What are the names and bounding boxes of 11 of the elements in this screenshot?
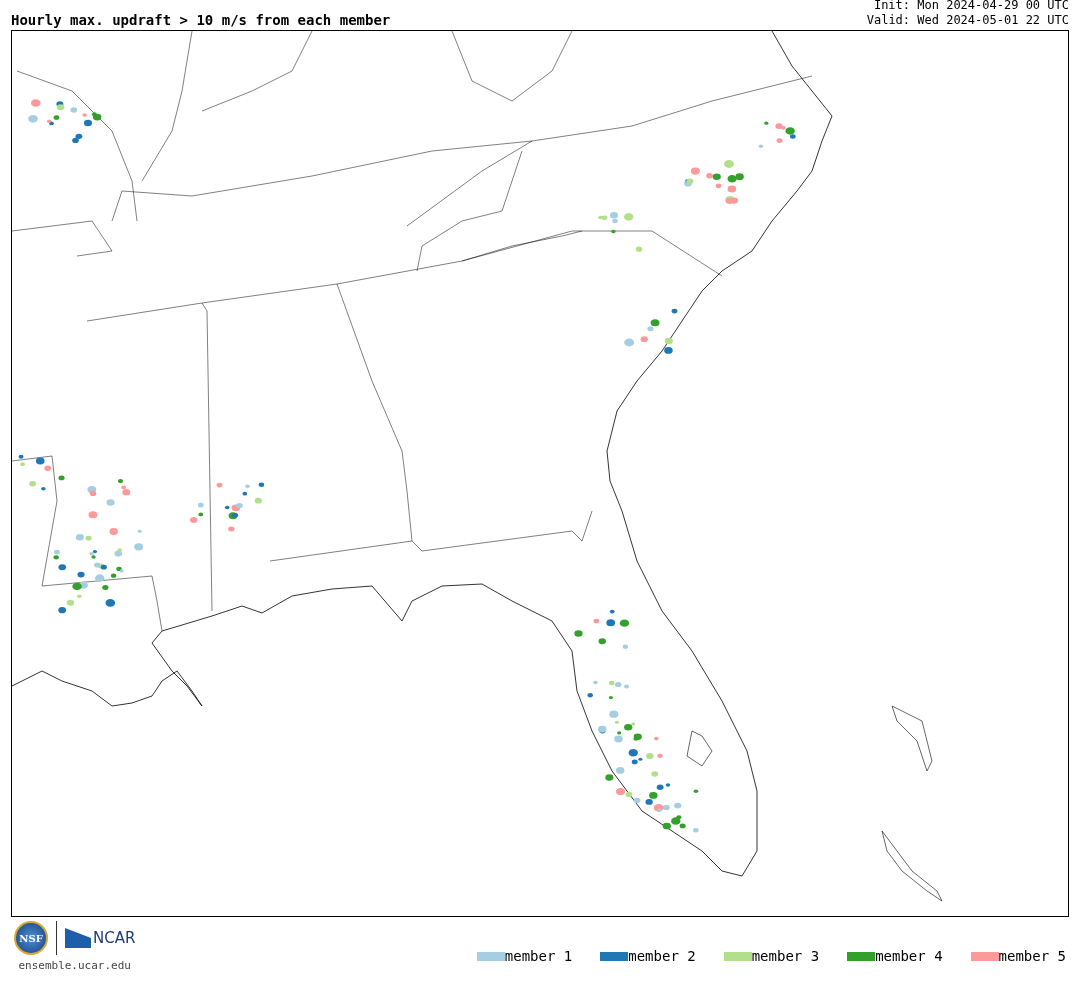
ncar-logo: NCAR	[65, 928, 136, 948]
legend-label: member 5	[998, 948, 1066, 964]
init-time: Init: Mon 2024-04-29 00 UTC	[873, 0, 1069, 13]
chart-title: Hourly max. updraft > 10 m/s from each member	[11, 12, 391, 28]
legend-label: member 3	[751, 948, 820, 964]
legend-label: member 1	[504, 948, 573, 964]
legend-label: member 4	[875, 948, 943, 964]
valid-time: Valid: Wed 2024-05-01 22 UTC	[866, 13, 1069, 28]
legend-label: member 2	[628, 948, 696, 964]
site-url: ensemble.ucar.edu	[18, 959, 131, 972]
nsf-logo: NSF	[14, 921, 48, 955]
